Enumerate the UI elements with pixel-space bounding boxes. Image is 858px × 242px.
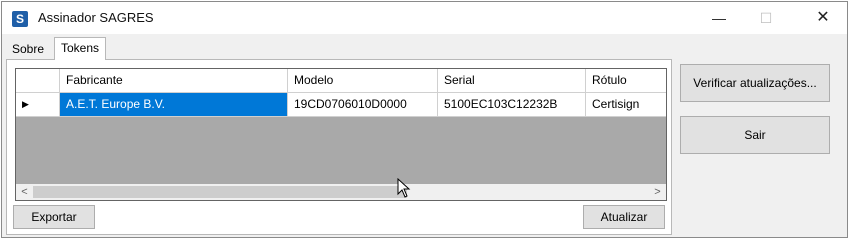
exportar-button[interactable]: Exportar bbox=[13, 205, 95, 229]
table-row[interactable]: ▶ A.E.T. Europe B.V. 19CD0706010D0000 51… bbox=[16, 93, 666, 117]
cell-rotulo[interactable]: Certisign bbox=[586, 93, 666, 116]
tab-sobre[interactable]: Sobre bbox=[6, 39, 50, 59]
app-window: S Assinador SAGRES — ☐ ✕ Sobre Tokens Fa… bbox=[1, 1, 848, 238]
scroll-right-icon[interactable]: > bbox=[649, 184, 666, 200]
maximize-button[interactable]: ☐ bbox=[743, 2, 789, 34]
minimize-button[interactable]: — bbox=[696, 2, 742, 34]
scroll-left-icon[interactable]: < bbox=[16, 184, 33, 200]
verificar-atualizacoes-button[interactable]: Verificar atualizações... bbox=[680, 64, 830, 102]
cell-serial[interactable]: 5100EC103C12232B bbox=[438, 93, 586, 116]
title-bar[interactable]: S Assinador SAGRES — ☐ ✕ bbox=[2, 2, 847, 34]
tab-tokens[interactable]: Tokens bbox=[54, 37, 107, 60]
horizontal-scrollbar[interactable]: < > bbox=[15, 184, 667, 201]
close-button[interactable]: ✕ bbox=[800, 2, 846, 34]
tokens-panel: Fabricante Modelo Serial Rótulo ▶ A.E.T.… bbox=[6, 59, 672, 235]
current-row-arrow-icon[interactable]: ▶ bbox=[16, 93, 60, 116]
cell-fabricante[interactable]: A.E.T. Europe B.V. bbox=[60, 93, 288, 116]
sair-button[interactable]: Sair bbox=[680, 116, 830, 154]
window-title: Assinador SAGRES bbox=[38, 10, 154, 25]
tokens-grid[interactable]: Fabricante Modelo Serial Rótulo ▶ A.E.T.… bbox=[15, 68, 667, 200]
scrollbar-thumb[interactable] bbox=[33, 186, 407, 198]
column-header-fabricante[interactable]: Fabricante bbox=[60, 69, 288, 92]
grid-header-row: Fabricante Modelo Serial Rótulo bbox=[16, 69, 666, 93]
column-header-serial[interactable]: Serial bbox=[438, 69, 586, 92]
column-header-modelo[interactable]: Modelo bbox=[288, 69, 438, 92]
column-header-rotulo[interactable]: Rótulo bbox=[586, 69, 666, 92]
tab-strip: Sobre Tokens bbox=[2, 37, 847, 60]
cell-modelo[interactable]: 19CD0706010D0000 bbox=[288, 93, 438, 116]
atualizar-button[interactable]: Atualizar bbox=[583, 205, 665, 229]
mouse-cursor-icon bbox=[397, 178, 411, 198]
app-logo-icon: S bbox=[12, 11, 28, 27]
row-header-corner bbox=[16, 69, 60, 92]
